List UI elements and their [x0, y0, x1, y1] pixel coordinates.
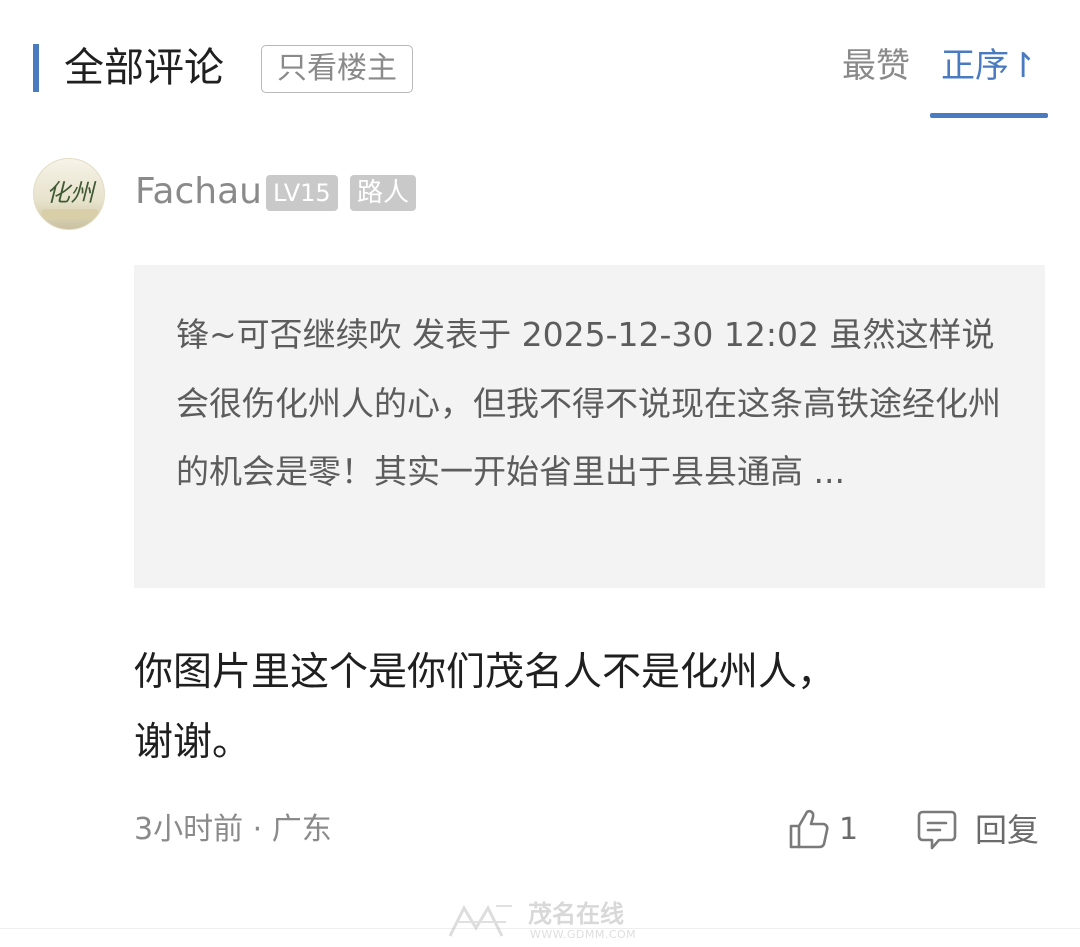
only-op-filter-button[interactable]: 只看楼主	[261, 45, 413, 93]
watermark-url: WWW.GDMM.COM	[530, 928, 637, 941]
section-title: 全部评论	[64, 45, 224, 91]
active-tab-underline	[930, 113, 1048, 118]
sort-by-likes-tab[interactable]: 最赞	[842, 42, 910, 90]
role-badge: 路人	[350, 175, 417, 211]
watermark-text: 茂名在线	[528, 900, 624, 928]
like-count[interactable]: 1	[839, 809, 858, 851]
username[interactable]: Fachau	[135, 168, 262, 216]
comment-meta: 3小时前 · 广东	[134, 812, 332, 847]
quoted-reply-box[interactable]: 锋~可否继续吹 发表于 2025-12-30 12:02 虽然这样说会很伤化州人…	[134, 265, 1045, 588]
avatar-logo-text: 化州	[46, 179, 94, 207]
comment-body: 你图片里这个是你们茂名人不是化州人， 谢谢。	[134, 650, 837, 765]
avatar-decoration	[42, 209, 98, 219]
comment-icon[interactable]	[916, 808, 958, 852]
sort-ascending-tab[interactable]: 正序↾	[941, 42, 1038, 90]
reply-button[interactable]: 回复	[975, 809, 1039, 851]
watermark-logo-icon	[448, 904, 512, 937]
comment-page: 全部评论 只看楼主 最赞 正序↾ 化州 Fachau LV15 路人 锋~可否继…	[0, 0, 1080, 947]
quoted-reply-text: 锋~可否继续吹 发表于 2025-12-30 12:02 虽然这样说会很伤化州人…	[176, 315, 1001, 491]
thumbs-up-icon[interactable]	[788, 807, 830, 851]
section-accent-bar	[33, 44, 39, 92]
avatar[interactable]: 化州	[33, 158, 105, 230]
level-badge: LV15	[266, 175, 338, 211]
